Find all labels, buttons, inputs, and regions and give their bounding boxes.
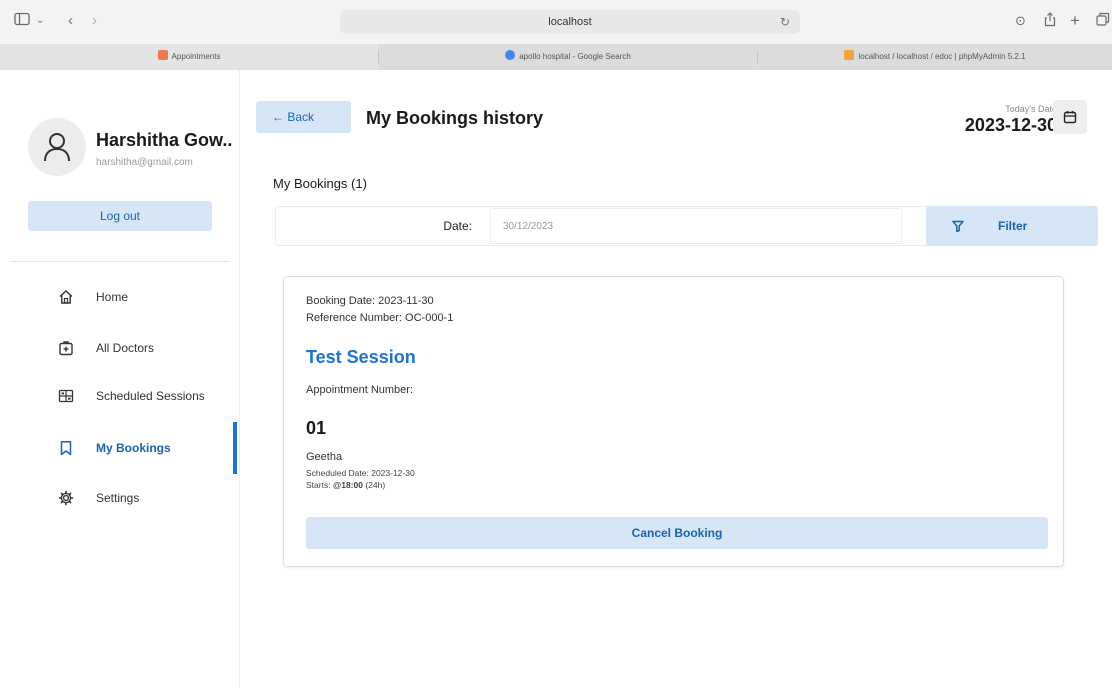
sidebar-toggle-icon[interactable] [14,12,30,30]
sidebar-item-label: Home [96,290,129,304]
tab-appointments[interactable]: Appointments [0,44,378,70]
doctor-name: Geetha [306,451,343,463]
today-date-value: 2023-12-30 [964,115,1057,135]
divider [10,261,230,262]
start-time: Starts: @18:00 (24h) [306,480,385,490]
filter-icon [952,220,964,232]
bookmark-icon [60,441,72,456]
logout-button[interactable]: Log out [28,201,212,231]
appointment-number: 01 [306,418,327,438]
booking-date: Booking Date: 2023-11-30 [306,295,434,307]
sidebar-item-label: All Doctors [96,341,155,355]
home-icon [59,290,73,304]
sidebar-item-settings[interactable]: Settings [0,483,240,513]
phpmyadmin-favicon-icon [844,50,855,60]
user-name: Harshitha Gow.. [96,130,233,150]
back-arrow-icon[interactable]: ‹ [68,12,73,30]
start-time-value: @18:00 [332,480,363,490]
avatar [28,118,86,176]
bookings-count: My Bookings (1) [273,176,367,191]
sidebar-item-home[interactable]: Home [0,282,240,312]
tab-phpmyadmin[interactable]: localhost / localhost / edoc | phpMyAdmi… [758,44,1112,70]
cancel-booking-button[interactable]: Cancel Booking [306,517,1048,549]
tabs-overview-icon[interactable] [1096,12,1110,30]
today-date-label: Today's Date [1005,104,1057,114]
active-indicator [233,422,237,474]
doctor-icon [59,341,73,356]
sidebar-item-label: My Bookings [96,441,171,455]
sidebar-item-scheduled-sessions[interactable]: Scheduled Sessions [0,381,240,411]
calendar-favicon-icon [157,50,168,60]
user-icon [44,133,70,162]
booking-card: Booking Date: 2023-11-30 Reference Numbe… [283,276,1064,567]
start-time-prefix: Starts: [306,480,333,490]
address-bar[interactable]: localhost ↻ [340,10,800,34]
filter-label: Filter [998,219,1028,233]
chevron-down-icon[interactable]: ⌄ [36,12,44,30]
google-favicon-icon [505,50,516,60]
tab-google-search[interactable]: apollo hospital - Google Search [379,44,757,70]
session-title: Test Session [306,347,416,367]
user-email: harshitha@gmail.com [96,157,193,168]
filter-bar: Date: 30/12/2023 Filter [275,206,1098,246]
new-tab-icon[interactable]: + [1070,12,1080,30]
filter-button[interactable]: Filter [926,206,1098,246]
appointment-number-label: Appointment Number: [306,384,413,396]
download-icon[interactable]: ⊙ [1015,12,1026,30]
page-title: My Bookings history [366,108,544,128]
start-time-suffix: (24h) [362,480,386,490]
calendar-button[interactable] [1053,100,1087,134]
date-input[interactable]: 30/12/2023 [490,208,902,244]
date-label: Date: [443,219,472,233]
sidebar-item-label: Settings [96,491,140,505]
address-text: localhost [548,16,592,28]
share-icon[interactable] [1044,12,1056,30]
scheduled-date: Scheduled Date: 2023-12-30 [306,468,415,478]
tab-label: apollo hospital - Google Search [519,52,631,61]
tab-label: localhost / localhost / edoc | phpMyAdmi… [858,52,1026,61]
tab-bar: Appointments apollo hospital - Google Se… [0,44,1112,70]
tab-label: Appointments [171,52,221,61]
back-button[interactable]: ← Back [256,101,351,133]
sidebar: Harshitha Gow.. harshitha@gmail.com Log … [0,70,240,688]
reload-icon[interactable]: ↻ [780,10,790,34]
sidebar-item-my-bookings[interactable]: My Bookings [0,433,240,463]
sidebar-item-all-doctors[interactable]: All Doctors [0,333,240,363]
calendar-icon [1063,111,1077,124]
browser-toolbar: ⌄ ‹ › localhost ↻ ⊙ + [0,0,1112,44]
sessions-icon [58,389,74,403]
gear-icon [58,490,74,506]
forward-arrow-icon[interactable]: › [92,12,97,30]
sidebar-item-label: Scheduled Sessions [96,389,205,403]
reference-number: Reference Number: OC-000-1 [306,312,454,324]
